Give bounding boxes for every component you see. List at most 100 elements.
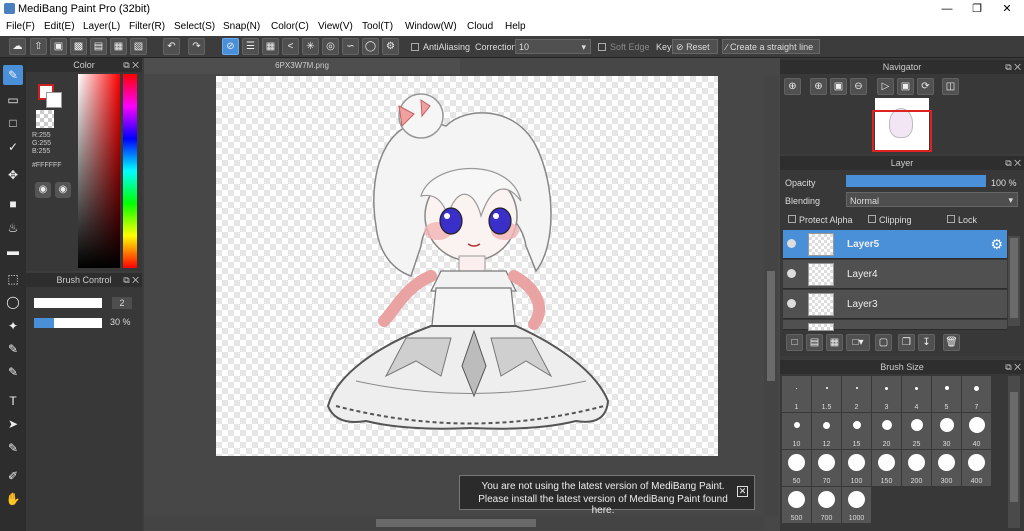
- snap-settings-icon[interactable]: ⚙: [382, 38, 399, 55]
- brush-pencil-icon[interactable]: ✓: [3, 137, 23, 157]
- layer-scroll-thumb[interactable]: [1010, 238, 1018, 318]
- menu-tool[interactable]: Tool(T): [362, 21, 393, 32]
- undo-icon[interactable]: ↶: [163, 38, 180, 55]
- speech-bubble-icon[interactable]: ▩: [70, 38, 87, 55]
- brush-size-cell[interactable]: 3: [872, 376, 901, 412]
- page-icon[interactable]: ▤: [90, 38, 107, 55]
- layer-row-layer3[interactable]: Layer3: [783, 290, 1007, 319]
- antialiasing-checkbox[interactable]: [411, 43, 419, 51]
- minimize-button[interactable]: —: [932, 0, 962, 18]
- navigator-preview[interactable]: [872, 98, 932, 152]
- secondary-color-swatch[interactable]: [46, 92, 62, 108]
- panel-close-icon[interactable]: ⧉ ✕: [1005, 360, 1021, 374]
- brush-size-cell[interactable]: 300: [932, 450, 961, 486]
- eraser-tool-icon[interactable]: ▭: [3, 90, 23, 110]
- redo-icon[interactable]: ↷: [188, 38, 205, 55]
- comment-icon[interactable]: ▣: [50, 38, 67, 55]
- brush-size-cell[interactable]: 400: [962, 450, 991, 486]
- menu-filter[interactable]: Filter(R): [129, 21, 165, 32]
- cloud-icon[interactable]: ☁: [9, 38, 26, 55]
- layer-opacity-slider[interactable]: [846, 175, 986, 187]
- create-straight-line-button[interactable]: ∕ Create a straight line: [722, 39, 820, 54]
- menu-view[interactable]: View(V): [318, 21, 353, 32]
- circle-snap-icon[interactable]: ◯: [362, 38, 379, 55]
- panel-close-icon[interactable]: ⧉ ✕: [123, 58, 139, 72]
- layer-settings-gear-icon[interactable]: ⚙: [990, 236, 1003, 253]
- menu-snap[interactable]: Snap(N): [223, 21, 260, 32]
- brush-opacity-slider[interactable]: [34, 318, 102, 328]
- navigator-viewport[interactable]: [872, 110, 932, 152]
- brush-size-cell[interactable]: 1.5: [812, 376, 841, 412]
- duplicate-layer-icon[interactable]: ❐: [898, 334, 915, 351]
- brush-size-cell[interactable]: 1000: [842, 487, 871, 523]
- text-tool-icon[interactable]: T: [3, 391, 23, 411]
- cross-snap-icon[interactable]: ▦: [262, 38, 279, 55]
- zoom-in-icon[interactable]: ⊕: [810, 78, 827, 95]
- brush-size-cell[interactable]: 1: [782, 376, 811, 412]
- vertical-scroll-thumb[interactable]: [767, 271, 775, 381]
- new-1bit-layer-icon[interactable]: ▦: [826, 334, 843, 351]
- brush-size-cell[interactable]: 4: [902, 376, 931, 412]
- close-window-button[interactable]: ✕: [992, 0, 1022, 18]
- operation-tool-icon[interactable]: ➤: [3, 414, 23, 434]
- brush-size-cell[interactable]: 7: [962, 376, 991, 412]
- soft-edge-checkbox[interactable]: [598, 43, 606, 51]
- brush-size-cell[interactable]: 20: [872, 413, 901, 449]
- snap-off-icon[interactable]: ⊘: [222, 38, 239, 55]
- delete-layer-icon[interactable]: 🗑: [943, 334, 960, 351]
- protect-alpha-checkbox[interactable]: [788, 215, 796, 223]
- brush-size-cell[interactable]: 5: [932, 376, 961, 412]
- reset-button[interactable]: ⊘ Reset: [672, 39, 718, 54]
- select-pen-icon[interactable]: ✎: [3, 339, 23, 359]
- palette-icon[interactable]: ◉: [35, 182, 51, 198]
- shape-tool-icon[interactable]: ■: [3, 194, 23, 214]
- select-eraser-icon[interactable]: ✎: [3, 362, 23, 382]
- saturation-value-picker[interactable]: [78, 74, 120, 268]
- zoom-out-icon[interactable]: ⊖: [850, 78, 867, 95]
- brush-size-cell[interactable]: 12: [812, 413, 841, 449]
- radial-snap-icon[interactable]: ✳: [302, 38, 319, 55]
- palette-add-icon[interactable]: ◉: [55, 182, 71, 198]
- dot-tool-icon[interactable]: □: [3, 113, 23, 133]
- brush-size-cell[interactable]: 25: [902, 413, 931, 449]
- brush-size-cell[interactable]: 150: [872, 450, 901, 486]
- brush-size-cell[interactable]: 700: [812, 487, 841, 523]
- brush-size-cell[interactable]: 50: [782, 450, 811, 486]
- lasso-tool-icon[interactable]: ◯: [3, 292, 23, 312]
- brush-size-cell[interactable]: 500: [782, 487, 811, 523]
- add-layer-dropdown-icon[interactable]: □▾: [846, 334, 870, 351]
- vertical-scrollbar[interactable]: [764, 76, 778, 516]
- transparent-color-swatch[interactable]: [36, 110, 54, 128]
- flip-icon[interactable]: ▷: [877, 78, 894, 95]
- lock-checkbox[interactable]: [947, 215, 955, 223]
- parallel-snap-icon[interactable]: ☰: [242, 38, 259, 55]
- horizontal-scroll-thumb[interactable]: [376, 519, 536, 527]
- menu-window[interactable]: Window(W): [405, 21, 457, 32]
- grid-icon[interactable]: ▧: [130, 38, 147, 55]
- brush-size-cell[interactable]: 200: [902, 450, 931, 486]
- panel-close-icon[interactable]: ⧉ ✕: [1005, 60, 1021, 74]
- menu-cloud[interactable]: Cloud: [467, 21, 493, 32]
- new-layer-icon[interactable]: □: [786, 334, 803, 351]
- mirror-icon[interactable]: ◫: [942, 78, 959, 95]
- correction-select[interactable]: 10 ▾: [515, 39, 591, 54]
- brush-size-scrollbar[interactable]: [1008, 376, 1020, 528]
- select-tool-icon[interactable]: ⬚: [3, 269, 23, 289]
- fit-icon[interactable]: ▣: [830, 78, 847, 95]
- visibility-icon[interactable]: [787, 239, 796, 248]
- update-notice[interactable]: You are not using the latest version of …: [459, 475, 755, 516]
- visibility-icon[interactable]: [787, 299, 796, 308]
- zoom-in-icon[interactable]: ⊕: [784, 78, 801, 95]
- concentric-snap-icon[interactable]: ◎: [322, 38, 339, 55]
- brush-size-cell[interactable]: 15: [842, 413, 871, 449]
- vanishing-point-icon[interactable]: <: [282, 38, 299, 55]
- menu-layer[interactable]: Layer(L): [83, 21, 120, 32]
- close-notice-icon[interactable]: ✕: [737, 486, 748, 497]
- document-tab[interactable]: 6PX3W7M.png: [144, 58, 460, 74]
- move-tool-icon[interactable]: ✥: [3, 165, 23, 185]
- blending-select[interactable]: Normal ▾: [846, 192, 1018, 207]
- fill-tool-icon[interactable]: ♨: [3, 218, 23, 238]
- new-halftone-layer-icon[interactable]: ▤: [806, 334, 823, 351]
- brush-size-slider[interactable]: [34, 298, 102, 308]
- magic-wand-icon[interactable]: ✦: [3, 316, 23, 336]
